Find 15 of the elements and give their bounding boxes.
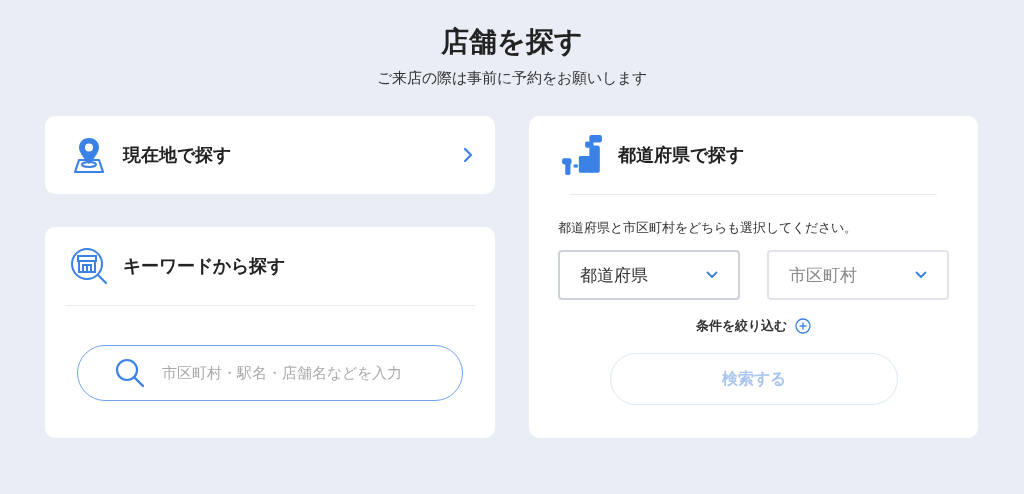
caret-icon [706, 271, 718, 279]
prefecture-section-title: 都道府県で探す [618, 143, 744, 167]
search-field[interactable]: 市区町村・駅名・店舗名などを入力 [77, 345, 463, 401]
instruction-text: 都道府県と市区町村をどちらも選択してください。 [558, 220, 858, 236]
plus-circle-icon [795, 318, 811, 334]
store-search-icon [69, 246, 109, 286]
filter-toggle-link[interactable]: 条件を絞り込む [696, 317, 811, 335]
page-title: 店舗を探す [440, 24, 584, 60]
japan-map-icon [560, 133, 604, 177]
current-location-link[interactable]: 現在地で探す [45, 116, 495, 194]
caret-icon [915, 271, 927, 279]
keyword-section-title: キーワードから探す [123, 254, 285, 278]
chevron-right-icon [463, 147, 473, 163]
dropdown[interactable]: 都道府県 [558, 250, 740, 300]
page-subtitle: ご来店の際は事前に予約をお願いします [376, 68, 648, 88]
